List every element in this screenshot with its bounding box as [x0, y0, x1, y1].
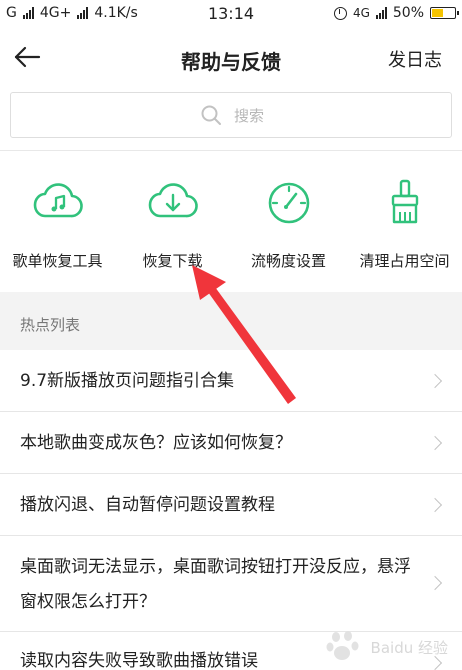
tool-clean-storage[interactable]: 清理占用空间: [347, 152, 462, 292]
alarm-icon: [333, 6, 347, 20]
chevron-right-icon: [427, 575, 443, 591]
send-log-button[interactable]: 发日志: [388, 46, 442, 72]
list-item-text: 9.7新版播放页问题指引合集: [20, 371, 235, 391]
signal-icon-3: [375, 7, 387, 19]
network-type-2: 4G: [352, 6, 370, 20]
search-placeholder: 搜索: [233, 106, 264, 125]
tool-restore-download[interactable]: 恢复下载: [115, 152, 230, 292]
status-right: 4G 50%: [333, 5, 459, 21]
search-input[interactable]: 搜索: [10, 92, 452, 138]
tool-smoothness-settings[interactable]: 流畅度设置: [231, 152, 346, 292]
tool-playlist-restore[interactable]: 歌单恢复工具: [0, 152, 115, 292]
battery-fill: [432, 9, 443, 17]
cloud-music-icon: [33, 183, 83, 218]
brush-icon: [391, 179, 418, 224]
list-item[interactable]: 桌面歌词无法显示，桌面歌词按钮打开没反应，悬浮窗权限怎么打开？: [0, 536, 462, 632]
watermark-text: Baidu 经验: [370, 639, 448, 657]
chevron-right-icon: [427, 435, 443, 451]
tool-label: 歌单恢复工具: [12, 252, 103, 270]
paw-logo-icon: [326, 631, 359, 660]
battery-percent: 50%: [392, 5, 424, 21]
list-item[interactable]: 播放闪退、自动暂停问题设置教程: [0, 474, 462, 536]
cloud-download-icon: [148, 183, 198, 218]
chevron-right-icon: [427, 373, 443, 389]
list-item[interactable]: 本地歌曲变成灰色？应该如何恢复？: [0, 412, 462, 474]
nav-bar: 帮助与反馈 发日志: [0, 28, 462, 90]
tool-label: 流畅度设置: [250, 252, 326, 270]
tool-grid: 歌单恢复工具 恢复下载 流畅度设置 清理占用空间: [0, 152, 462, 292]
speed-gauge-icon: [268, 182, 309, 224]
chevron-right-icon: [427, 497, 443, 513]
battery-icon: [430, 7, 459, 19]
divider: [0, 150, 462, 151]
list-item[interactable]: 9.7新版播放页问题指引合集: [0, 350, 462, 412]
list-item-text: 播放闪退、自动暂停问题设置教程: [20, 495, 275, 515]
list-item-text: 桌面歌词无法显示，桌面歌词按钮打开没反应，悬浮窗权限怎么打开？: [20, 557, 411, 612]
baidu-jingyan-watermark: Baidu 经验: [324, 626, 454, 662]
search-icon: [201, 105, 221, 125]
list-item-text: 本地歌曲变成灰色？应该如何恢复？: [20, 433, 292, 453]
tool-label: 恢复下载: [142, 252, 203, 270]
tool-label: 清理占用空间: [359, 252, 450, 270]
section-title: 热点列表: [20, 316, 81, 334]
hot-list-header: 热点列表: [0, 292, 462, 350]
status-bar: G 4G+ 4.1K/s 13:14 4G 50%: [0, 0, 462, 28]
